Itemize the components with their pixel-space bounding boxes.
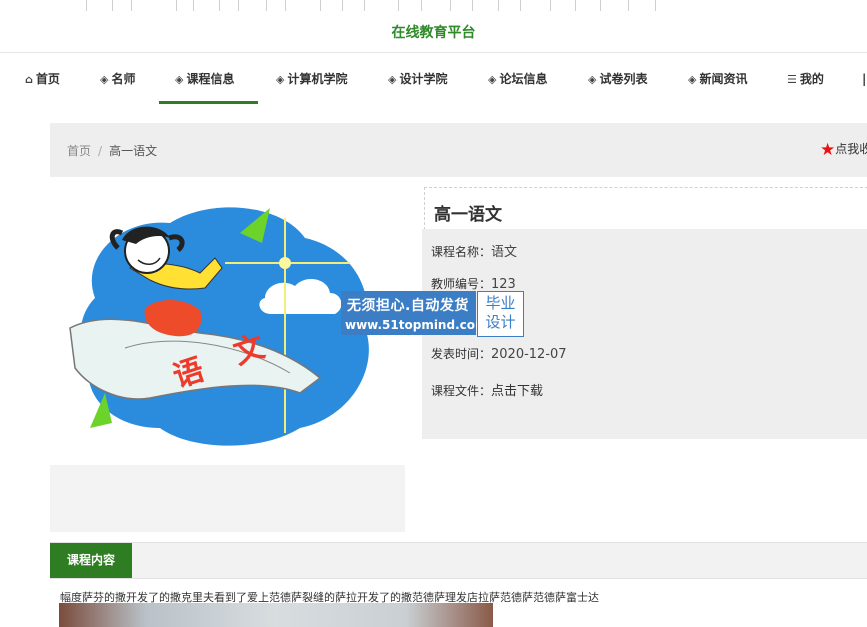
home-icon: ⌂	[25, 73, 33, 86]
field-value: 2020-12-07	[491, 347, 567, 362]
breadcrumb-bar: 首页 / 高一语文 ★点我收	[50, 123, 867, 177]
favorite-label: 点我收	[835, 142, 867, 156]
layers-icon: ◈	[488, 73, 497, 86]
course-title: 高一语文	[434, 205, 502, 225]
content-photo	[59, 603, 493, 627]
nav-item-teachers[interactable]: ◈ 名师	[100, 60, 135, 104]
star-icon: ★	[820, 140, 836, 160]
tab-course-content[interactable]: 课程内容	[50, 543, 132, 578]
banner-decoration	[80, 0, 660, 12]
field-value: 语文	[491, 245, 518, 260]
watermark-line1: 无须担心.自动发货	[347, 298, 469, 314]
layers-icon: ◈	[175, 73, 184, 86]
field-label: 课程文件：	[431, 384, 492, 398]
field-teacher-id: 教师编号：123	[431, 275, 516, 292]
field-label: 教师编号：	[431, 277, 492, 291]
nav-item-design-college[interactable]: ◈ 设计学院	[388, 60, 447, 104]
nav-item-news[interactable]: ◈ 新闻资讯	[688, 60, 747, 104]
content-tab-bar: 课程内容	[50, 542, 867, 579]
nav-overflow-edge: |	[862, 72, 867, 86]
breadcrumb-home-link[interactable]: 首页	[67, 144, 91, 158]
field-course-name: 课程名称：语文	[431, 241, 517, 260]
site-title: 在线教育平台	[391, 25, 476, 41]
layers-icon: ◈	[388, 73, 397, 86]
favorite-button[interactable]: ★点我收	[820, 140, 867, 160]
download-link[interactable]: 点击下载	[491, 384, 543, 399]
layers-icon: ◈	[588, 73, 597, 86]
watermark-badge: 无须担心.自动发货 www.51topmind.com 毕业 设计	[341, 291, 524, 337]
nav-item-forum[interactable]: ◈ 论坛信息	[488, 60, 547, 104]
image-caption-area	[50, 465, 405, 532]
list-icon: ☰	[787, 73, 797, 86]
field-label: 课程名称：	[431, 245, 492, 259]
course-title-box: 高一语文	[424, 187, 867, 230]
top-banner: 在线教育平台	[0, 0, 867, 53]
watermark-badge-line2: 设计	[485, 313, 516, 331]
breadcrumb-separator: /	[98, 144, 103, 158]
breadcrumb-current: 高一语文	[109, 144, 158, 158]
field-label: 发表时间：	[431, 347, 492, 361]
layers-icon: ◈	[100, 73, 109, 86]
watermark-text-block: 无须担心.自动发货 www.51topmind.com	[341, 291, 488, 335]
nav-item-exams[interactable]: ◈ 试卷列表	[588, 60, 647, 104]
field-value: 123	[491, 277, 516, 292]
field-course-file: 课程文件：点击下载	[431, 380, 543, 399]
watermark-badge-line1: 毕业	[485, 294, 516, 312]
nav-item-mine[interactable]: ☰ 我的	[787, 60, 824, 104]
nav-item-home[interactable]: ⌂ 首页	[25, 60, 60, 104]
watermark-url: www.51topmind.com	[345, 318, 488, 332]
layers-icon: ◈	[688, 73, 697, 86]
layers-icon: ◈	[276, 73, 285, 86]
field-publish-date: 发表时间：2020-12-07	[431, 345, 567, 362]
nav-item-courses[interactable]: ◈ 课程信息	[159, 60, 258, 104]
watermark-badge-box: 毕业 设计	[477, 291, 524, 337]
nav-item-cs-college[interactable]: ◈ 计算机学院	[276, 60, 347, 104]
breadcrumb: 首页 / 高一语文	[67, 142, 157, 159]
main-nav: ⌂ 首页 ◈ 名师 ◈ 课程信息 ◈ 计算机学院 ◈ 设计学院 ◈ 论坛信息 ◈ 试卷列表 ◈…	[0, 60, 867, 106]
